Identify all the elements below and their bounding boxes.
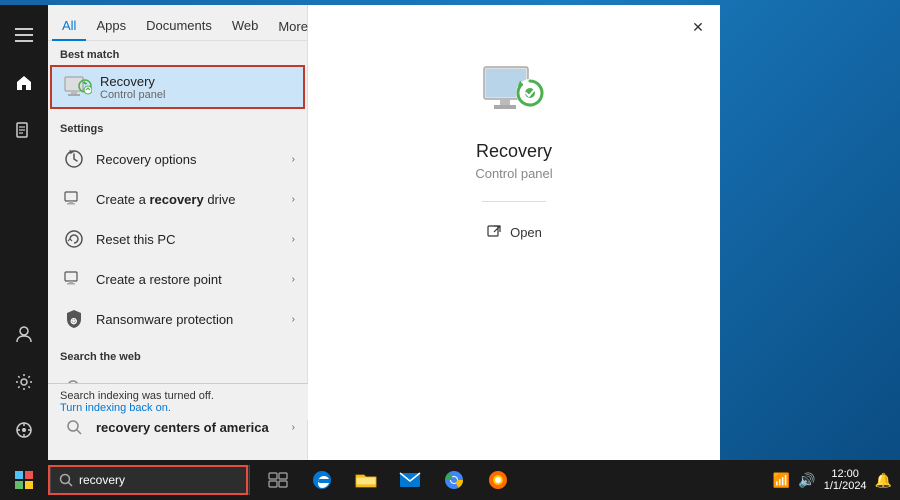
taskbar-search-bar[interactable] bbox=[50, 465, 250, 495]
tab-all[interactable]: All bbox=[52, 12, 86, 41]
indexing-text: Search indexing was turned off. bbox=[60, 390, 296, 402]
arrow-icon-2: › bbox=[292, 234, 295, 245]
recovery-options-icon bbox=[60, 145, 88, 173]
windows-icon bbox=[15, 471, 33, 489]
firefox-button[interactable] bbox=[478, 460, 518, 500]
taskbar-search-input[interactable] bbox=[79, 473, 219, 487]
detail-app-sub: Control panel bbox=[475, 166, 552, 181]
best-match-text: Recovery Control panel bbox=[100, 74, 291, 101]
settings-item-3[interactable]: Create a restore point › bbox=[48, 259, 307, 299]
detail-app-name: Recovery bbox=[476, 141, 552, 162]
notification-icon[interactable]: 🔔 bbox=[875, 472, 892, 489]
open-label: Open bbox=[510, 225, 542, 240]
settings-item-3-text: Create a restore point bbox=[96, 272, 292, 287]
detail-app-icon bbox=[482, 65, 546, 129]
settings-item-0[interactable]: Recovery options › bbox=[48, 139, 307, 179]
edge-browser-button[interactable] bbox=[302, 460, 342, 500]
start-menu: All Apps Documents Web More ▾ 25 📌 ··· ✕ bbox=[0, 5, 720, 460]
settings-item-1[interactable]: Create a recovery drive › bbox=[48, 179, 307, 219]
date-display: 1/1/2024 bbox=[824, 480, 867, 492]
search-web-label: Search the web bbox=[48, 343, 307, 367]
taskbar-right: 📶 🔊 12:00 1/1/2024 🔔 bbox=[773, 468, 900, 492]
sidebar-hamburger[interactable] bbox=[0, 13, 48, 57]
open-icon bbox=[486, 224, 502, 240]
restore-point-icon bbox=[60, 265, 88, 293]
best-match-title: Recovery bbox=[100, 74, 291, 89]
indexing-link[interactable]: Turn indexing back on. bbox=[60, 402, 171, 414]
tab-documents[interactable]: Documents bbox=[136, 12, 222, 41]
recovery-icon bbox=[64, 73, 92, 101]
web-item-1-text: recovery centers of america bbox=[96, 420, 292, 435]
desktop: All Apps Documents Web More ▾ 25 📌 ··· ✕ bbox=[0, 0, 900, 500]
web-item-2[interactable]: recovery key › bbox=[48, 447, 307, 460]
detail-panel: ✕ bbox=[308, 5, 720, 460]
file-explorer-button[interactable] bbox=[346, 460, 386, 500]
taskbar-app-icons bbox=[258, 460, 518, 500]
web-arrow-1: › bbox=[292, 422, 295, 433]
arrow-icon-4: › bbox=[292, 314, 295, 325]
taskbar-search-icon bbox=[59, 473, 73, 487]
sidebar-documents[interactable] bbox=[0, 109, 48, 153]
create-recovery-icon bbox=[60, 185, 88, 213]
arrow-icon-1: › bbox=[292, 194, 295, 205]
web-item-2-text: recovery key bbox=[96, 460, 292, 461]
sidebar-settings[interactable] bbox=[0, 360, 48, 404]
settings-item-2[interactable]: Reset this PC › bbox=[48, 219, 307, 259]
taskbar: 📶 🔊 12:00 1/1/2024 🔔 bbox=[0, 460, 900, 500]
ransomware-icon: ⊛ bbox=[60, 305, 88, 333]
sidebar-user[interactable] bbox=[0, 312, 48, 356]
settings-item-4[interactable]: ⊛ Ransomware protection › bbox=[48, 299, 307, 339]
svg-text:⊛: ⊛ bbox=[70, 316, 78, 326]
tab-apps[interactable]: Apps bbox=[86, 12, 136, 41]
sidebar-tools[interactable] bbox=[0, 408, 48, 452]
start-button[interactable] bbox=[0, 460, 48, 500]
search-tabs: All Apps Documents Web More ▾ 25 📌 ··· ✕ bbox=[48, 5, 307, 41]
detail-content: Recovery Control panel Open bbox=[474, 65, 554, 246]
settings-item-4-text: Ransomware protection bbox=[96, 312, 292, 327]
arrow-icon-3: › bbox=[292, 274, 295, 285]
best-match-label: Best match bbox=[48, 41, 307, 65]
detail-divider bbox=[482, 201, 546, 202]
settings-item-0-text: Recovery options bbox=[96, 152, 292, 167]
taskbar-clock[interactable]: 12:00 1/1/2024 bbox=[824, 468, 867, 492]
search-results-panel: All Apps Documents Web More ▾ 25 📌 ··· ✕ bbox=[48, 5, 308, 460]
web-search-icon-2 bbox=[60, 453, 88, 460]
arrow-icon-0: › bbox=[292, 154, 295, 165]
detail-open-action[interactable]: Open bbox=[474, 218, 554, 246]
reset-pc-icon bbox=[60, 225, 88, 253]
time-display: 12:00 bbox=[824, 468, 867, 480]
sidebar bbox=[0, 5, 48, 460]
tab-web[interactable]: Web bbox=[222, 12, 269, 41]
settings-label: Settings bbox=[48, 115, 307, 139]
best-match-subtitle: Control panel bbox=[100, 89, 291, 101]
search-footer: Search indexing was turned off. Turn ind… bbox=[48, 383, 308, 420]
chrome-button[interactable] bbox=[434, 460, 474, 500]
settings-item-2-text: Reset this PC bbox=[96, 232, 292, 247]
sidebar-home[interactable] bbox=[0, 61, 48, 105]
best-match-item[interactable]: Recovery Control panel bbox=[50, 65, 305, 109]
settings-item-1-text: Create a recovery drive bbox=[96, 192, 292, 207]
detail-close-button[interactable]: ✕ bbox=[684, 13, 712, 41]
volume-icon[interactable]: 🔊 bbox=[798, 472, 815, 489]
network-icon[interactable]: 📶 bbox=[773, 472, 790, 489]
task-view-button[interactable] bbox=[258, 460, 298, 500]
mail-button[interactable] bbox=[390, 460, 430, 500]
